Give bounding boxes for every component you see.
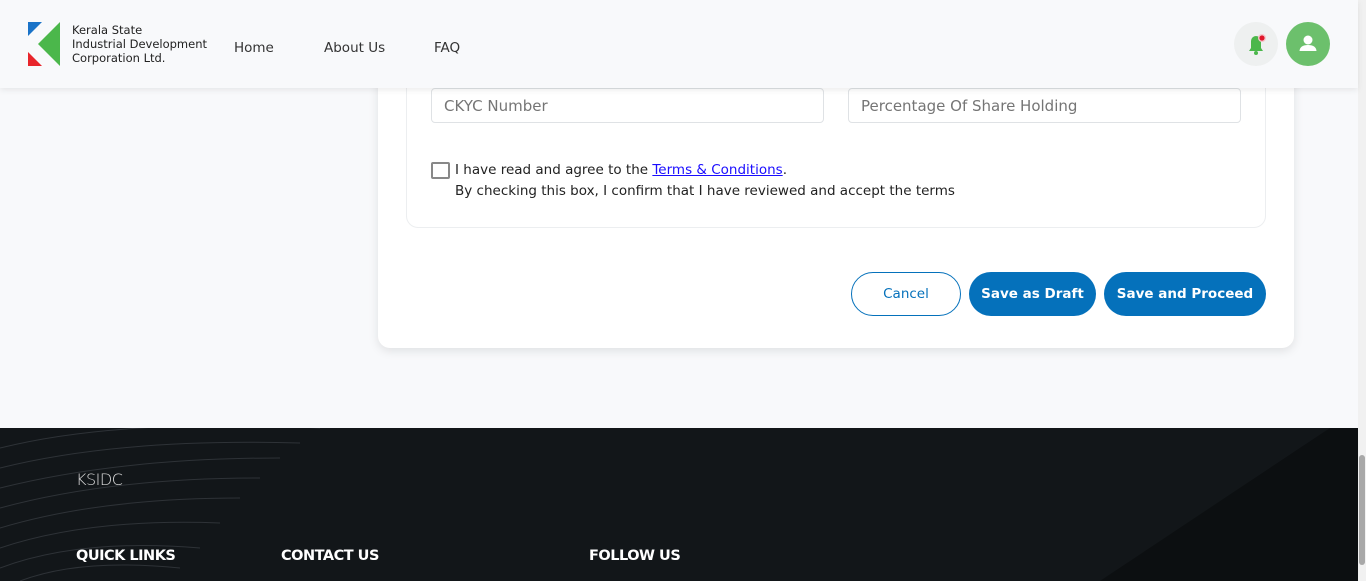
brand-name: Kerala State Industrial Development Corp… xyxy=(72,23,207,65)
notification-button[interactable] xyxy=(1234,22,1278,66)
brand-line: Industrial Development xyxy=(72,37,208,51)
footer-brand: KSIDC xyxy=(76,470,123,489)
terms-text: I have read and agree to the Terms & Con… xyxy=(455,160,955,202)
scrollbar-thumb[interactable] xyxy=(1359,455,1365,565)
follow-us-heading: FOLLOW US xyxy=(589,548,681,564)
scrollbar[interactable] xyxy=(1358,0,1366,581)
user-profile-button[interactable] xyxy=(1286,22,1330,66)
ksidc-logo[interactable] xyxy=(28,22,60,66)
brand-line: Corporation Ltd. xyxy=(72,51,166,65)
ckyc-number-input[interactable] xyxy=(431,88,824,123)
nav-about-us[interactable]: About Us xyxy=(324,40,385,56)
terms-note: By checking this box, I confirm that I h… xyxy=(455,183,955,199)
cancel-button[interactable]: Cancel xyxy=(851,272,961,316)
save-and-proceed-button[interactable]: Save and Proceed xyxy=(1104,272,1266,316)
terms-prefix: I have read and agree to the xyxy=(455,162,653,178)
nav-faq[interactable]: FAQ xyxy=(434,40,460,56)
bell-icon xyxy=(1249,34,1266,55)
quick-links-heading: QUICK LINKS xyxy=(76,548,176,564)
share-holding-percentage-input[interactable] xyxy=(848,88,1241,123)
user-icon xyxy=(1299,35,1317,51)
terms-checkbox[interactable] xyxy=(431,162,450,179)
terms-link[interactable]: Terms & Conditions xyxy=(652,162,782,178)
footer: KSIDC QUICK LINKS CONTACT US FOLLOW US xyxy=(0,428,1358,581)
brand-line: Kerala State xyxy=(72,23,143,37)
contact-us-heading: CONTACT US xyxy=(281,548,379,564)
nav-home[interactable]: Home xyxy=(234,40,274,56)
top-header: Kerala State Industrial Development Corp… xyxy=(0,0,1358,88)
save-as-draft-button[interactable]: Save as Draft xyxy=(969,272,1096,316)
terms-suffix: . xyxy=(782,162,787,178)
